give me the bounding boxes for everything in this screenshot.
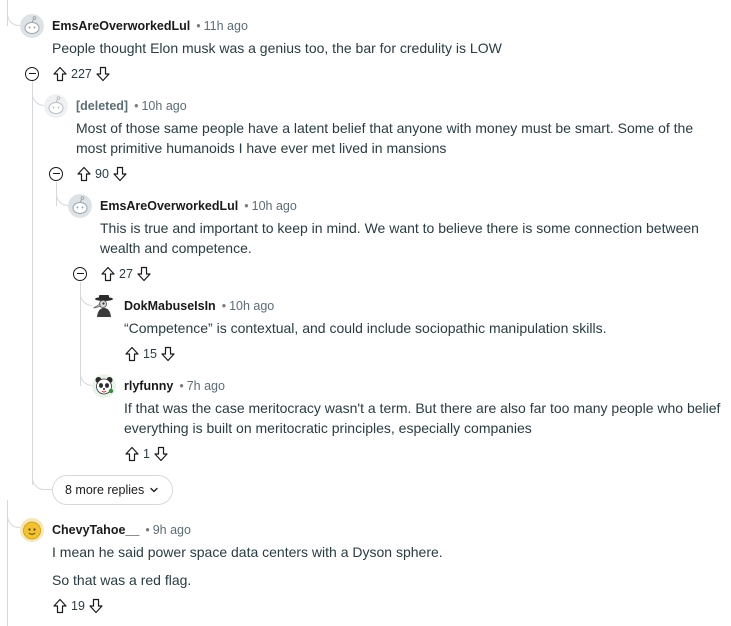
downvote-icon[interactable] (153, 446, 169, 462)
vote-bar: 19 (52, 596, 104, 616)
avatar (44, 94, 68, 118)
comment-paragraph: Most of those same people have a latent … (76, 120, 694, 156)
meta-separator: • (134, 99, 139, 113)
comment-meta: ChevyTahoe__ • 9h ago (52, 522, 191, 538)
downvote-icon[interactable] (88, 598, 104, 614)
thread-elbow-ems2 (56, 188, 68, 206)
comment-timestamp[interactable]: 11h ago (204, 19, 248, 33)
plague-doctor-avatar-icon (93, 295, 113, 317)
thread-elbow-more-replies (32, 470, 52, 490)
comment-timestamp[interactable]: 10h ago (252, 199, 297, 213)
meta-separator: • (196, 19, 201, 33)
comment-paragraph: People thought Elon musk was a genius to… (52, 40, 502, 56)
comment-paragraph: “Competence” is contextual, and could in… (124, 320, 607, 336)
meta-separator: • (179, 379, 184, 393)
upvote-icon[interactable] (124, 346, 140, 362)
comment-body: People thought Elon musk was a genius to… (52, 38, 712, 58)
upvote-icon[interactable] (76, 166, 92, 182)
thread-elbow-root (7, 8, 20, 26)
comment-paragraph: If that was the case meritocracy wasn't … (124, 400, 721, 436)
snoo-avatar-icon (20, 14, 44, 38)
panda-avatar-icon (92, 374, 116, 398)
vote-count: 90 (95, 167, 109, 181)
thread-elbow-deleted (32, 88, 44, 106)
comment-author[interactable]: EmsAreOverworkedLul (100, 199, 238, 213)
comment-body: If that was the case meritocracy wasn't … (124, 398, 724, 438)
comment-author[interactable]: ChevyTahoe__ (52, 523, 139, 537)
comment-paragraph: This is true and important to keep in mi… (100, 220, 699, 256)
comment-author[interactable]: EmsAreOverworkedLul (52, 19, 190, 33)
comment-meta: EmsAreOverworkedLul • 10h ago (100, 198, 297, 214)
vote-count: 15 (143, 347, 157, 361)
collapse-button[interactable] (49, 167, 63, 181)
comment-body: “Competence” is contextual, and could in… (124, 318, 724, 338)
comment-author[interactable]: rlyfunny (124, 379, 173, 393)
more-replies-label: 8 more replies (65, 483, 145, 497)
upvote-icon[interactable] (124, 446, 140, 462)
upvote-icon[interactable] (52, 598, 68, 614)
vote-bar: 27 (100, 264, 152, 284)
thread-elbow-dok (80, 288, 92, 306)
vote-count: 27 (119, 267, 133, 281)
avatar[interactable] (92, 374, 116, 398)
thread-elbow-rly (80, 368, 92, 386)
comment-paragraph: I mean he said power space data centers … (52, 544, 443, 560)
deleted-avatar-icon (44, 94, 68, 118)
comment-timestamp[interactable]: 10h ago (229, 299, 274, 313)
vote-bar: 227 (52, 64, 111, 84)
comment-timestamp[interactable]: 10h ago (141, 99, 186, 113)
snoo-avatar-icon (68, 194, 92, 218)
vote-bar: 90 (76, 164, 128, 184)
downvote-icon[interactable] (160, 346, 176, 362)
upvote-icon[interactable] (52, 66, 68, 82)
thread-line-level1 (32, 80, 33, 485)
chevron-down-icon (150, 487, 158, 493)
downvote-icon[interactable] (112, 166, 128, 182)
vote-bar: 1 (124, 444, 169, 464)
meta-separator: • (244, 199, 249, 213)
comment-body: Most of those same people have a latent … (76, 118, 716, 158)
avatar[interactable] (20, 518, 44, 542)
comment-author: [deleted] (76, 99, 129, 113)
vote-count: 227 (71, 67, 92, 81)
comment-meta: DokMabuseIsIn • 10h ago (124, 298, 274, 314)
avatar[interactable] (20, 14, 44, 38)
comment-body: I mean he said power space data centers … (52, 542, 712, 590)
collapse-button[interactable] (25, 67, 39, 81)
comment-timestamp[interactable]: 7h ago (187, 379, 225, 393)
comment-author[interactable]: DokMabuseIsIn (124, 299, 216, 313)
vote-count: 19 (71, 599, 85, 613)
downvote-icon[interactable] (136, 266, 152, 282)
meta-separator: • (145, 523, 150, 537)
comment-body: This is true and important to keep in mi… (100, 218, 715, 258)
comment-meta: rlyfunny • 7h ago (124, 378, 225, 394)
comment-timestamp[interactable]: 9h ago (153, 523, 191, 537)
avatar[interactable] (92, 294, 116, 318)
more-replies-button[interactable]: 8 more replies (52, 475, 174, 505)
collapse-button[interactable] (73, 267, 87, 281)
comment-paragraph: So that was a red flag. (52, 572, 192, 588)
vote-count: 1 (143, 447, 150, 461)
downvote-icon[interactable] (95, 66, 111, 82)
meta-separator: • (221, 299, 227, 313)
vote-bar: 15 (124, 344, 176, 364)
comment-meta: [deleted] • 10h ago (76, 98, 187, 114)
thread-elbow-chevy (7, 510, 20, 528)
comment-meta: EmsAreOverworkedLul • 11h ago (52, 18, 248, 34)
upvote-icon[interactable] (100, 266, 116, 282)
avatar[interactable] (68, 194, 92, 218)
yellow-snoo-avatar-icon (20, 518, 44, 542)
